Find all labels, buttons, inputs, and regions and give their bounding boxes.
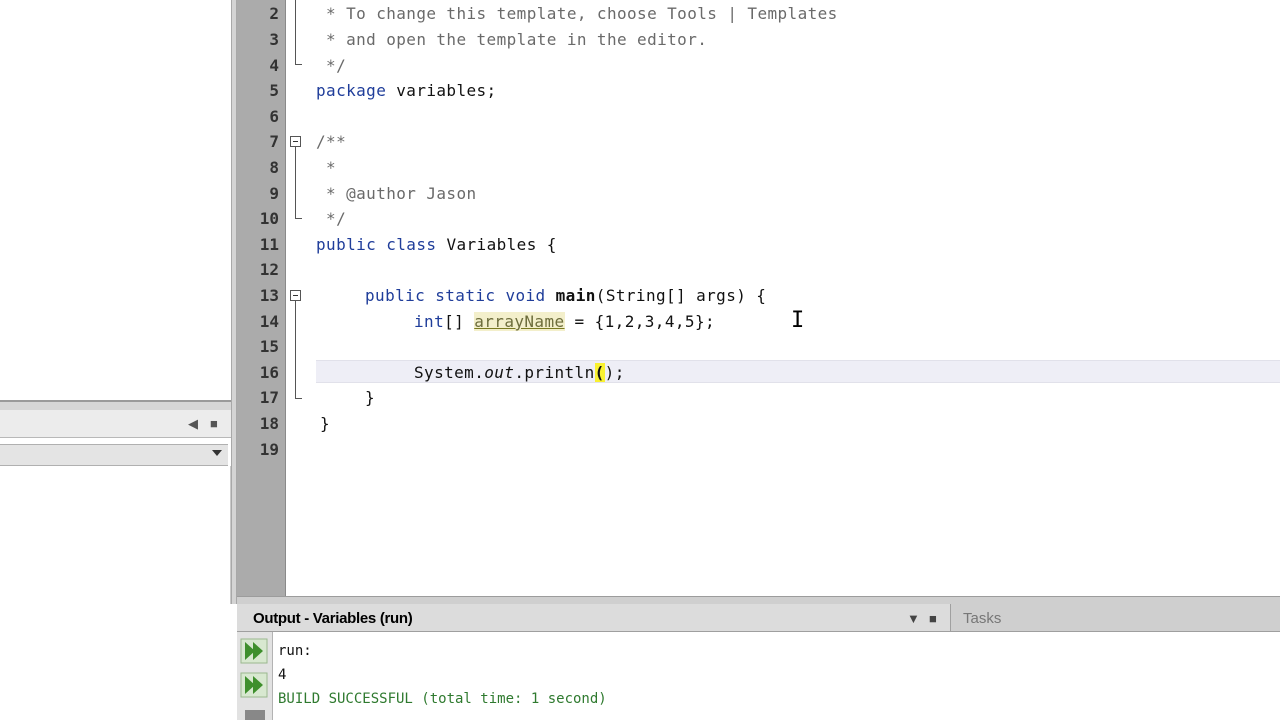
code-line-8: * (316, 158, 337, 177)
fold-line (295, 0, 296, 64)
minimize-icon[interactable]: ▼ (907, 611, 920, 626)
code-line-5: package variables; (316, 81, 497, 101)
code-line-9: * @author Jason (316, 184, 477, 203)
code-text: variables; (386, 81, 497, 100)
code-line-13: public static void main(String[] args) { (365, 286, 766, 306)
line-number: 4 (269, 56, 279, 75)
code-text: = {1,2,3,4,5}; (564, 312, 716, 331)
fold-end (295, 64, 302, 65)
line-number: 17 (259, 388, 279, 407)
line-number: 18 (259, 414, 279, 433)
navigator-body (0, 466, 231, 604)
keyword: package (316, 81, 387, 100)
output-line-build-status: BUILD SUCCESSFUL (total time: 1 second) (278, 691, 607, 707)
code-line-14: int[] arrayName = {1,2,3,4,5}; (414, 312, 715, 332)
close-icon[interactable]: ■ (929, 611, 937, 626)
code-line-4: */ (316, 56, 347, 75)
code-line-18: } (320, 414, 331, 433)
line-number: 3 (269, 30, 279, 49)
code-line-3: * and open the template in the editor. (316, 30, 708, 49)
dropdown-arrow-icon[interactable] (212, 450, 222, 456)
static-field: out (484, 363, 515, 382)
keyword: int (414, 312, 445, 331)
line-number: 11 (259, 235, 279, 254)
fold-collapse-icon[interactable] (290, 136, 301, 147)
code-text: ) (604, 363, 615, 382)
code-text: [] (444, 312, 475, 331)
line-number: 19 (259, 440, 279, 459)
output-title: Output - Variables (run) (253, 610, 413, 627)
code-text: Variables { (436, 235, 557, 254)
close-icon[interactable]: ■ (210, 417, 218, 431)
code-line-7: /** (316, 132, 347, 151)
editor-splitter[interactable] (237, 596, 1280, 604)
navigator-splitter[interactable] (0, 400, 234, 410)
code-line-10: */ (316, 209, 347, 228)
fold-line (295, 301, 296, 398)
code-text: System. (414, 363, 485, 382)
line-number: 12 (259, 260, 279, 279)
line-number: 9 (269, 184, 279, 203)
line-number: 2 (269, 4, 279, 23)
code-line-17: } (365, 388, 376, 407)
line-number: 15 (259, 337, 279, 356)
keyword: public class (316, 235, 437, 254)
keyword: public static void (365, 286, 546, 305)
navigator-combo[interactable] (0, 444, 228, 466)
line-number: 8 (269, 158, 279, 177)
minimize-icon[interactable]: ◀ (188, 417, 198, 431)
fold-line (295, 147, 296, 218)
rerun-icon[interactable] (240, 638, 268, 664)
method-name: main (555, 286, 596, 305)
fold-collapse-icon[interactable] (290, 290, 301, 301)
code-line-11: public class Variables { (316, 235, 557, 255)
stop-icon[interactable] (245, 710, 265, 720)
tasks-tab[interactable]: Tasks (950, 604, 1280, 632)
matching-bracket-highlight: ( (594, 363, 605, 382)
output-toolbar (237, 632, 273, 720)
output-line-run: run: (278, 643, 312, 659)
output-tab[interactable]: Output - Variables (run) ▼ ■ (237, 604, 950, 632)
fold-end (295, 218, 302, 219)
line-number: 14 (259, 312, 279, 331)
code-editor[interactable]: * To change this template, choose Tools … (286, 0, 1280, 596)
output-console: run: 4 BUILD SUCCESSFUL (total time: 1 s… (273, 632, 1280, 720)
code-line-16: System.out.println(); (414, 363, 625, 383)
line-number: 6 (269, 107, 279, 126)
fold-end (295, 398, 302, 399)
code-line-2: * To change this template, choose Tools … (316, 4, 838, 23)
line-number: 13 (259, 286, 279, 305)
tasks-label: Tasks (963, 610, 1002, 627)
line-number: 10 (259, 209, 279, 228)
line-number: 16 (259, 363, 279, 382)
navigator-header: ◀ ■ (0, 410, 232, 438)
code-text: (String[] args) { (595, 286, 767, 305)
code-text: ; (614, 363, 625, 382)
line-number: 7 (269, 132, 279, 151)
line-number: 5 (269, 81, 279, 100)
text-cursor-icon: I (791, 308, 805, 333)
output-line-value: 4 (278, 667, 287, 683)
unused-variable-warning[interactable]: arrayName (474, 312, 565, 331)
line-number-gutter: 2 3 4 5 6 7 8 9 10 11 12 13 14 15 16 17 … (237, 0, 286, 596)
navigator-panel (0, 0, 231, 400)
rerun-with-input-icon[interactable] (240, 672, 268, 698)
code-text: .println (514, 363, 595, 382)
